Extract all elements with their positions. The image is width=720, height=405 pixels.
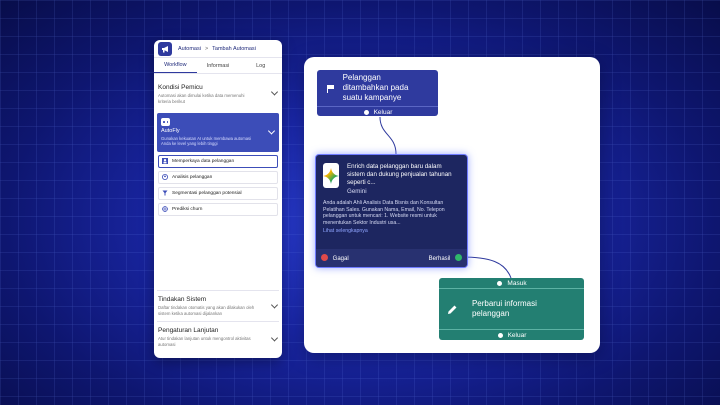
exit-label: Keluar [507,331,527,339]
trigger-node-exit[interactable]: Keluar [317,106,438,118]
advanced-section-desc: Atur tindakan lanjutan untuk mengontrol … [158,336,251,347]
trigger-node[interactable]: Pelanggan ditambahkan pada suatu kampany… [317,70,438,116]
enter-label: Masuk [507,279,527,287]
trigger-node-body: Pelanggan ditambahkan pada suatu kampany… [317,70,438,106]
person-icon [162,158,168,165]
fail-output[interactable]: Gagal [321,254,349,262]
gemini-icon [323,163,339,188]
autofly-desc: Gunakan kekuatan AI untuk membawa automa… [161,136,252,147]
enter-port-icon[interactable] [496,279,504,287]
action-node-title: Perbarui informasi pelanggan [471,299,537,318]
system-section-desc: Daftar tindakan otomatis yang akan dilak… [158,305,255,316]
fail-dot-icon[interactable] [321,254,328,262]
tab-log[interactable]: Log [239,58,282,73]
breadcrumb-separator: > [204,45,209,52]
trigger-node-title: Pelanggan ditambahkan pada suatu kampany… [342,73,409,102]
ai-node[interactable]: Enrich data pelanggan baru dalam sistem … [315,154,468,268]
exit-label: Keluar [373,109,393,116]
ai-node-desc: Anda adalah Ahli Analisis Data Bisnis da… [323,200,445,226]
ai-node-footer: Gagal Berhasil [316,249,467,267]
breadcrumb: Automasi > Tambah Automasi [178,46,256,52]
tab-workflow[interactable]: Workflow [154,58,197,73]
success-output[interactable]: Berhasil [428,254,462,262]
system-section-wrap: Tindakan Sistem Daftar tindakan otomatis… [154,290,282,356]
action-node[interactable]: Masuk Perbarui informasi pelanggan Kelua… [439,278,584,340]
robot-icon [161,118,170,126]
option-analisis-pelanggan[interactable]: Analisis pelanggan [158,170,278,184]
option-label: Segmentasi pelanggan potensial [172,190,242,196]
autofly-title: AutoFly [161,128,180,134]
action-node-exit[interactable]: Keluar [439,329,584,340]
chevron-down-icon[interactable] [270,334,279,342]
fail-label: Gagal [332,255,349,262]
option-label: Analisis pelanggan [172,174,213,180]
funnel-icon [162,190,168,196]
option-memperkaya-data[interactable]: Memperkaya data pelanggan [158,154,278,168]
panel-header: Automasi > Tambah Automasi [154,40,282,58]
trigger-section-title: Kondisi Pemicu [158,84,203,91]
autofly-card[interactable]: AutoFly Gunakan kekuatan AI untuk membaw… [157,113,279,152]
exit-port-icon[interactable] [496,331,504,339]
flag-icon [327,84,334,93]
system-section-title: Tindakan Sistem [158,296,207,303]
panel-tabs: Workflow Informasi Log [154,58,282,74]
trigger-section-desc: Automasi akan dimulai ketika data memenu… [158,93,245,104]
ai-node-model: Gemini [347,188,367,195]
trigger-section[interactable]: Kondisi Pemicu Automasi akan dimulai ket… [154,74,282,112]
autofly-options: Memperkaya data pelanggan Analisis pelan… [154,152,282,219]
success-dot-icon[interactable] [455,254,462,262]
success-label: Berhasil [428,255,451,262]
option-label: Prediksi churn [172,206,203,212]
action-node-enter[interactable]: Masuk [439,278,584,289]
action-node-body: Perbarui informasi pelanggan [439,289,584,329]
ai-node-header: Enrich data pelanggan baru dalam sistem … [316,155,467,195]
breadcrumb-tambah-automasi: Tambah Automasi [212,45,256,52]
advanced-section[interactable]: Pengaturan Lanjutan Atur tindakan lanjut… [154,322,282,356]
option-segmentasi[interactable]: Segmentasi pelanggan potensial [158,186,278,200]
advanced-section-title: Pengaturan Lanjutan [158,327,219,334]
breadcrumb-automasi[interactable]: Automasi [178,46,201,52]
option-label: Memperkaya data pelanggan [172,158,235,164]
megaphone-icon[interactable] [158,41,172,56]
automation-panel: Automasi > Tambah Automasi Workflow Info… [154,40,282,358]
system-section[interactable]: Tindakan Sistem Daftar tindakan otomatis… [154,291,282,321]
ai-node-title: Enrich data pelanggan baru dalam sistem … [347,163,452,186]
pencil-icon [447,305,457,314]
user-circle-icon [162,174,168,181]
target-icon [162,206,168,213]
see-more-link[interactable]: Lihat selengkapnya [316,226,467,236]
option-prediksi-churn[interactable]: Prediksi churn [158,202,278,216]
exit-port-icon[interactable] [362,109,370,116]
tab-informasi[interactable]: Informasi [197,58,240,73]
